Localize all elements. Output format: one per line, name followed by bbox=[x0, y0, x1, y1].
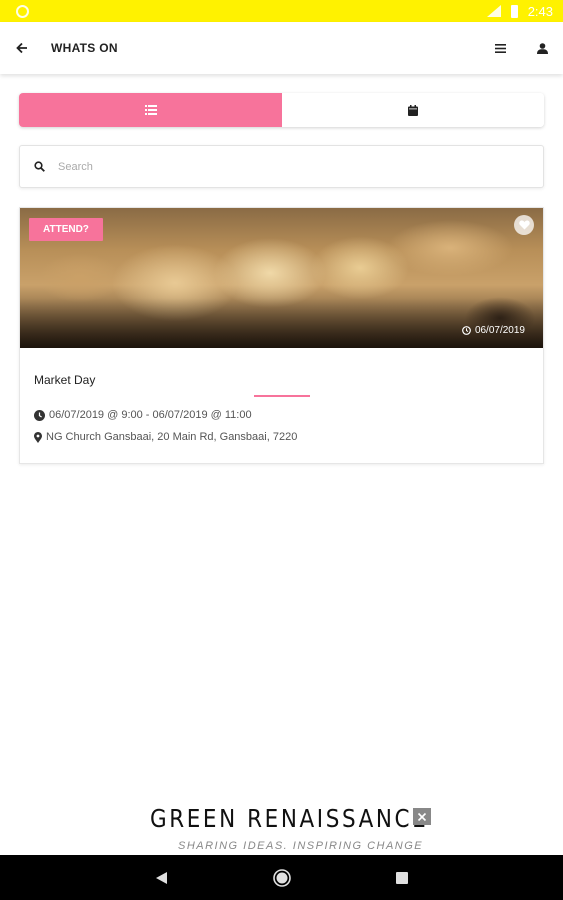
sponsor-logo[interactable]: GREEN RENAISSANCE SHARING IDEAS. INSPIRI… bbox=[150, 804, 435, 856]
notification-icon bbox=[16, 4, 29, 18]
person-icon bbox=[536, 42, 548, 54]
event-image[interactable]: ATTEND? 06/07/2019 bbox=[20, 208, 543, 348]
nav-home-button[interactable] bbox=[222, 855, 342, 900]
battery-icon bbox=[510, 4, 518, 18]
event-card[interactable]: ATTEND? 06/07/2019 Market Day 06/07/2019… bbox=[19, 207, 544, 464]
triangle-back-icon bbox=[156, 871, 167, 884]
status-bar: 2:43 bbox=[0, 0, 563, 22]
clock-icon bbox=[462, 326, 471, 335]
event-time-text: 06/07/2019 @ 9:00 - 06/07/2019 @ 11:00 bbox=[49, 409, 252, 421]
clock-icon bbox=[34, 409, 45, 421]
back-button[interactable] bbox=[0, 22, 44, 74]
list-view-button[interactable] bbox=[19, 93, 282, 127]
search-input[interactable] bbox=[58, 160, 498, 173]
heart-icon bbox=[518, 220, 530, 230]
system-nav-bar bbox=[0, 855, 563, 900]
search-icon bbox=[20, 161, 58, 172]
view-toggle bbox=[19, 93, 544, 127]
event-location: NG Church Gansbaai, 20 Main Rd, Gansbaai… bbox=[34, 431, 297, 443]
square-recents-icon bbox=[395, 871, 408, 884]
logo-name: GREEN RENAISSANCE bbox=[150, 804, 429, 833]
calendar-icon bbox=[408, 104, 418, 116]
page-title: WHATS ON bbox=[51, 41, 118, 55]
home-circle-icon bbox=[272, 868, 291, 887]
profile-button[interactable] bbox=[521, 22, 563, 74]
event-location-text: NG Church Gansbaai, 20 Main Rd, Gansbaai… bbox=[46, 431, 298, 443]
search-bar bbox=[19, 145, 544, 188]
logo-tagline: SHARING IDEAS. INSPIRING CHANGE bbox=[178, 840, 424, 852]
menu-button[interactable] bbox=[479, 22, 521, 74]
list-icon bbox=[144, 105, 157, 115]
favorite-button[interactable] bbox=[514, 215, 534, 235]
image-date-text: 06/07/2019 bbox=[474, 325, 525, 336]
attend-button[interactable]: ATTEND? bbox=[29, 218, 103, 241]
arrow-left-icon bbox=[16, 42, 27, 54]
image-date: 06/07/2019 bbox=[462, 325, 525, 336]
nav-back-button[interactable] bbox=[102, 855, 222, 900]
screen: 2:43 WHATS ON Search ATTEND? 06/07/2019 … bbox=[0, 0, 563, 900]
title-divider bbox=[254, 395, 310, 397]
event-title: Market Day bbox=[34, 373, 96, 387]
calendar-view-button[interactable] bbox=[282, 93, 544, 127]
status-time: 2:43 bbox=[527, 3, 553, 19]
event-time: 06/07/2019 @ 9:00 - 06/07/2019 @ 11:00 bbox=[34, 409, 252, 421]
close-icon[interactable] bbox=[413, 808, 431, 825]
app-bar: WHATS ON bbox=[0, 22, 563, 74]
map-pin-icon bbox=[34, 431, 42, 443]
list-icon bbox=[494, 43, 506, 53]
signal-icon bbox=[486, 5, 501, 17]
nav-recents-button[interactable] bbox=[342, 855, 462, 900]
